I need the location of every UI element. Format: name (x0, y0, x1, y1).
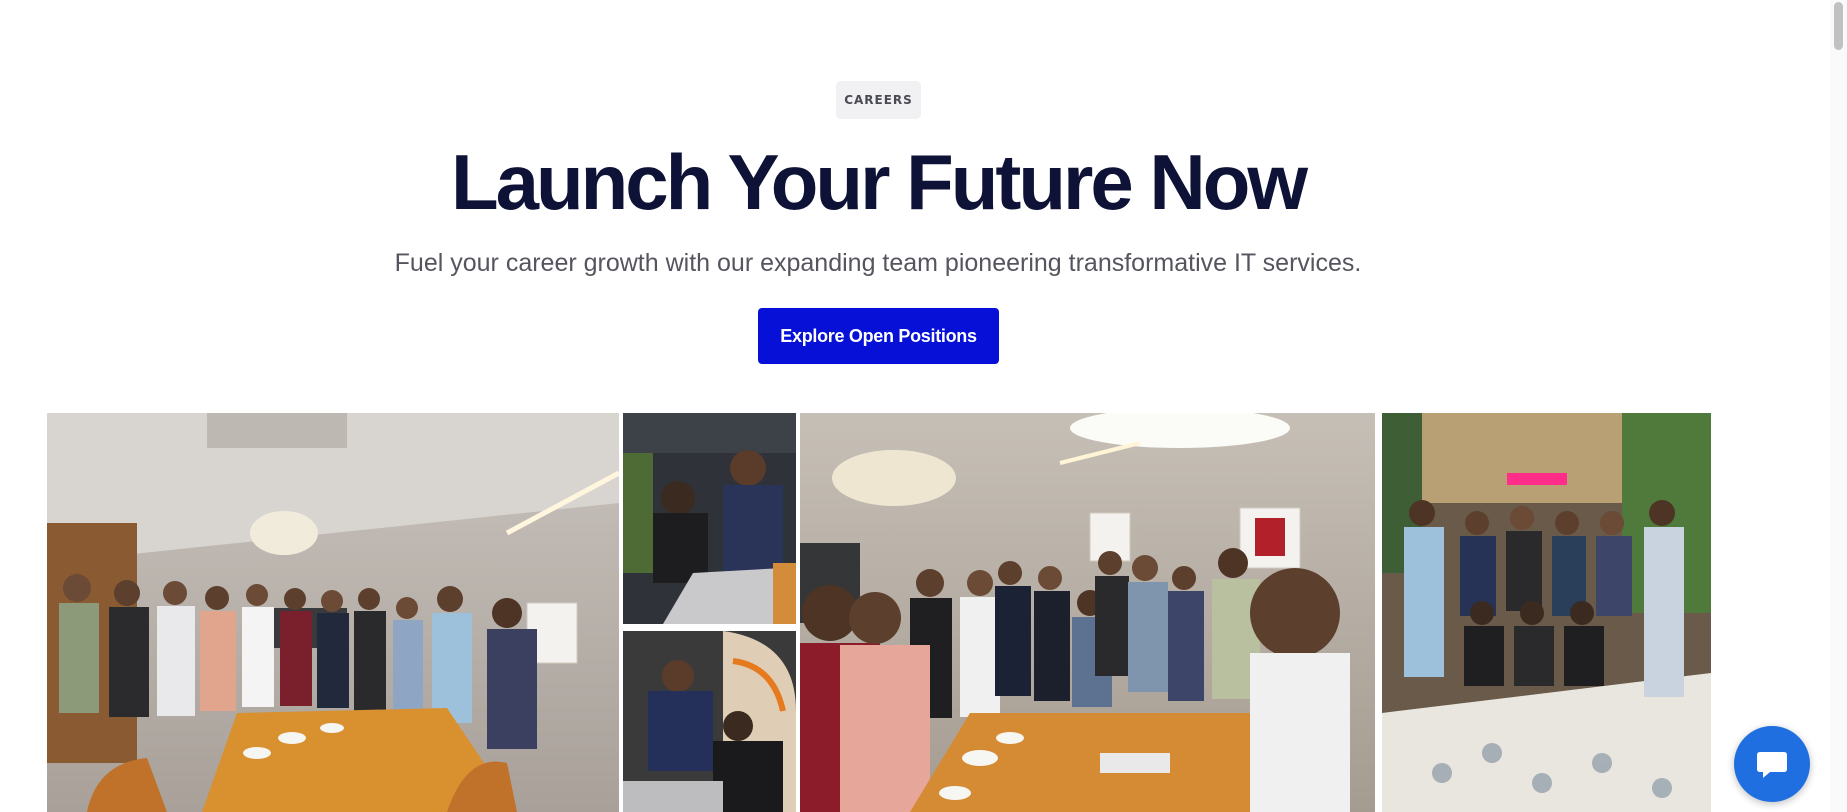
careers-badge: CAREERS (836, 81, 921, 119)
hero-subtitle: Fuel your career growth with our expandi… (394, 249, 1362, 277)
explore-positions-button[interactable]: Explore Open Positions (758, 308, 999, 364)
page-scrollbar[interactable] (1830, 0, 1847, 812)
team-photo-restaurant-group (1382, 413, 1711, 812)
page-title: Launch Your Future Now (450, 138, 1308, 226)
chat-widget-button[interactable] (1734, 726, 1810, 802)
team-photo-laptop-pair (623, 413, 796, 624)
chat-bubble-icon (1757, 752, 1787, 778)
team-photo-group-selfie (800, 413, 1375, 812)
team-photo-desk-work (623, 631, 796, 812)
team-photo-conference-room (47, 413, 619, 812)
scrollbar-thumb[interactable] (1834, 2, 1843, 50)
team-photo-gallery (0, 413, 1847, 812)
